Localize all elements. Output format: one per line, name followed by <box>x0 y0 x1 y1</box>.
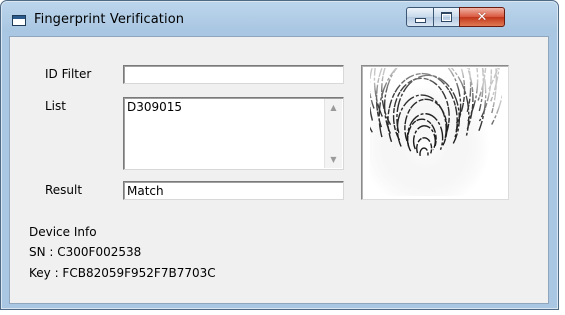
maximize-button[interactable] <box>433 7 460 27</box>
window-title: Fingerprint Verification <box>34 12 185 27</box>
id-filter-input[interactable] <box>123 65 344 84</box>
id-filter-label: ID Filter <box>45 67 92 81</box>
result-label: Result <box>45 183 83 197</box>
fingerprint-graphic <box>370 68 502 196</box>
scroll-up-arrow-icon[interactable]: ▲ <box>325 99 342 116</box>
minimize-icon <box>414 18 426 23</box>
device-key: Key : FCB82059F952F7B7703C <box>29 266 216 280</box>
close-button[interactable]: ✕ <box>459 7 505 27</box>
client-area: ID Filter List D309015 ▲ ▼ Result Match <box>9 36 549 304</box>
close-icon: ✕ <box>476 9 488 25</box>
window-app-icon[interactable] <box>12 15 26 26</box>
list-item[interactable]: D309015 <box>127 100 182 114</box>
id-listbox[interactable]: D309015 ▲ ▼ <box>123 97 344 170</box>
fingerprint-verification-window: Fingerprint Verification ✕ ID Filter Lis… <box>0 0 559 310</box>
fingerprint-image <box>361 65 509 200</box>
maximize-icon <box>441 12 452 22</box>
title-bar[interactable]: Fingerprint Verification ✕ <box>1 1 558 35</box>
list-scrollbar[interactable]: ▲ ▼ <box>324 99 342 168</box>
device-info-heading: Device Info <box>29 225 97 239</box>
minimize-button[interactable] <box>406 7 434 27</box>
result-field[interactable]: Match <box>123 181 344 200</box>
list-label: List <box>45 99 66 113</box>
scroll-down-arrow-icon[interactable]: ▼ <box>325 151 342 168</box>
device-serial-number: SN : C300F002538 <box>29 245 142 259</box>
